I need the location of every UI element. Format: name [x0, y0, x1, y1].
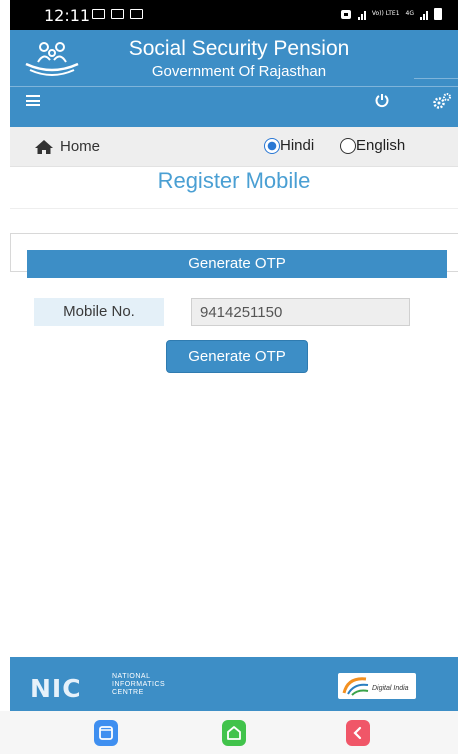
battery-icon: [434, 8, 442, 20]
gallery-notification-icon: [92, 9, 105, 19]
nic-text-line-3: CENTRE: [112, 689, 144, 696]
back-arrow-icon: [353, 726, 362, 740]
app-title: Social Security Pension: [128, 37, 350, 60]
app-notification-icon: [111, 9, 124, 19]
english-label: English: [356, 137, 406, 154]
panel-heading: Generate OTP: [27, 250, 447, 278]
title-divider: [10, 208, 458, 209]
english-radio[interactable]: [340, 137, 356, 154]
hamburger-menu-icon[interactable]: [26, 95, 40, 106]
mobile-number-input[interactable]: [191, 298, 410, 326]
digital-india-logo: Digital India: [338, 673, 416, 699]
digital-india-text: Digital India: [372, 685, 409, 692]
header-divider-short: [414, 78, 458, 79]
home-label: Home: [60, 138, 101, 155]
alarm-icon: [340, 10, 351, 19]
footer: NIC NATIONAL INFORMATICS CENTRE Digital …: [10, 657, 458, 711]
signal-bars-2-icon: [420, 9, 428, 20]
home-button[interactable]: [222, 720, 246, 746]
nic-text-line-1: NATIONAL: [112, 673, 151, 680]
mobile-number-label: Mobile No.: [34, 298, 164, 326]
nic-full-name: NATIONAL INFORMATICS CENTRE: [112, 673, 165, 697]
recent-apps-icon: [99, 726, 113, 740]
hindi-label: Hindi: [280, 137, 315, 154]
app-header: Social Security Pension Government Of Ra…: [10, 30, 458, 127]
nic-text-line-2: INFORMATICS: [112, 681, 166, 688]
nic-logo: NIC: [30, 674, 82, 703]
status-bar: 12:11 Vo)) LTE1 4G: [10, 0, 458, 30]
status-notification-icons: [92, 9, 143, 19]
signal-bars-1-icon: [357, 9, 366, 20]
network-label-1: Vo)) LTE1: [371, 10, 400, 17]
language-option-english[interactable]: English: [340, 137, 405, 154]
language-option-hindi[interactable]: Hindi: [264, 137, 314, 154]
home-link[interactable]: Home: [34, 138, 100, 155]
family-logo-icon: [25, 42, 79, 76]
app-subtitle: Government Of Rajasthan: [151, 63, 327, 80]
network-label-2: 4G: [405, 10, 414, 17]
system-navigation-bar: [0, 711, 458, 754]
power-icon[interactable]: [374, 92, 390, 108]
settings-gear-icon[interactable]: [432, 92, 452, 110]
home-icon: [35, 139, 53, 154]
breadcrumb-bar: Home Hindi English: [10, 127, 458, 167]
header-divider: [10, 86, 458, 87]
recent-apps-button[interactable]: [94, 720, 118, 746]
home-nav-icon: [227, 726, 241, 740]
hindi-radio[interactable]: [264, 137, 280, 154]
back-button[interactable]: [346, 720, 370, 746]
page-title: Register Mobile: [157, 168, 311, 193]
generate-otp-button[interactable]: Generate OTP: [166, 340, 308, 373]
screen-notification-icon: [130, 9, 143, 19]
status-time: 12:11: [44, 6, 91, 25]
status-indicators: Vo)) LTE1 4G: [340, 8, 442, 20]
